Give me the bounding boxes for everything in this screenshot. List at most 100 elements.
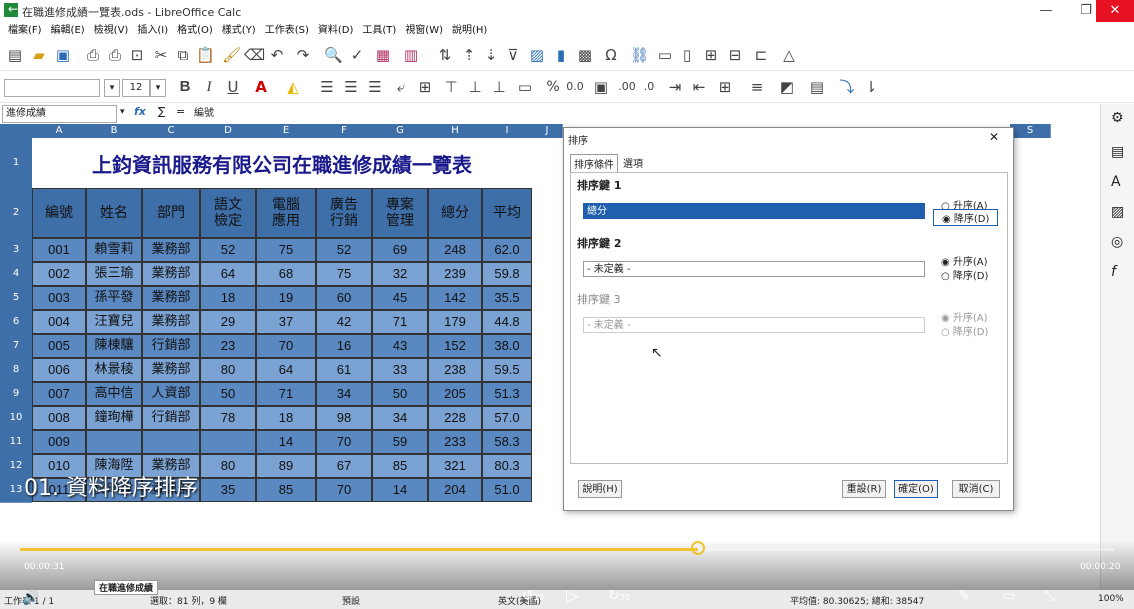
number-icon[interactable]: 0.0 [566,78,584,96]
row-header[interactable]: 11 [0,430,32,455]
table-cell[interactable]: 85 [256,478,316,502]
table-cell[interactable]: 89 [256,454,316,478]
table-cell[interactable]: 70 [256,334,316,358]
table-header-cell[interactable]: 姓名 [86,188,142,238]
table-cell[interactable]: 44.8 [482,310,532,334]
table-cell[interactable]: 29 [200,310,256,334]
column-header[interactable]: B [86,124,143,138]
table-cell[interactable]: 行銷部 [142,406,200,430]
table-header-cell[interactable]: 部門 [142,188,200,238]
row-header[interactable]: 9 [0,382,32,407]
sort-key-2-select[interactable]: - 未定義 - [583,261,925,277]
hyperlink-icon[interactable]: ⛓ [630,46,649,64]
borders-icon[interactable]: ⊞ [716,78,734,96]
table-cell[interactable]: 005 [32,334,86,358]
table-cell[interactable]: 32 [372,262,428,286]
add-decimal-icon[interactable]: .00 [618,78,636,96]
table-cell[interactable] [86,430,142,454]
table-cell[interactable]: 35 [200,478,256,502]
bold-icon[interactable]: B [176,78,194,96]
table-cell[interactable]: 58.3 [482,430,532,454]
table-header-cell[interactable]: 廣告 行銷 [316,188,372,238]
export-pdf-icon[interactable]: ⎙ [84,46,102,64]
open-icon[interactable]: ▰ [30,46,48,64]
table-cell[interactable]: 52 [200,238,256,262]
header-footer-icon[interactable]: ▯ [678,46,696,64]
volume-icon[interactable]: 🔊 [22,590,39,606]
table-cell[interactable]: 71 [256,382,316,406]
sort-text-icon[interactable]: ⇂ [862,78,880,96]
dialog-close-icon[interactable]: ✕ [989,130,999,144]
row-header[interactable]: 1 [0,138,32,189]
column-header[interactable]: A [32,124,87,138]
underline-icon[interactable]: U [224,78,242,96]
table-cell[interactable]: 汪寶兒 [86,310,142,334]
table-cell[interactable]: 37 [256,310,316,334]
outdent-icon[interactable]: ⇤ [690,78,708,96]
date-icon[interactable]: ▣ [592,78,610,96]
undo-icon[interactable]: ↶ [268,46,286,64]
row-header[interactable]: 2 [0,188,32,239]
key2-desc-radio[interactable]: ○ 降序(D) [941,267,988,282]
table-cell[interactable]: 23 [200,334,256,358]
table-cell[interactable]: 007 [32,382,86,406]
define-print-icon[interactable]: ⊞ [702,46,720,64]
find-icon[interactable]: 🔍 [324,46,343,64]
equals-icon[interactable]: = [176,105,185,118]
align-top-icon[interactable]: ⊤ [442,78,460,96]
align-center-icon[interactable]: ☰ [342,78,360,96]
table-cell[interactable]: 18 [200,286,256,310]
table-cell[interactable]: 75 [256,238,316,262]
table-cell[interactable]: 業務部 [142,310,200,334]
table-cell[interactable]: 高中信 [86,382,142,406]
freeze-icon[interactable]: ⊟ [726,46,744,64]
table-cell[interactable]: 67 [316,454,372,478]
table-cell[interactable]: 248 [428,238,482,262]
italic-icon[interactable]: I [200,78,218,96]
column-icon[interactable]: ▥ [402,46,420,64]
paste-icon[interactable]: 📋 [196,46,215,64]
styles-icon[interactable]: A [1111,174,1121,190]
column-header[interactable]: H [428,124,483,138]
table-header-cell[interactable]: 語文 檢定 [200,188,256,238]
row-header[interactable]: 6 [0,310,32,335]
table-cell[interactable]: 14 [256,430,316,454]
row-header[interactable]: 4 [0,262,32,287]
table-cell[interactable]: 228 [428,406,482,430]
conditional-icon[interactable]: ▤ [808,78,826,96]
menu-item[interactable]: 檔案(F) [8,22,42,40]
draw-icon[interactable]: △ [780,46,798,64]
chart-icon[interactable]: ▮ [552,46,570,64]
table-header-cell[interactable]: 專案 管理 [372,188,428,238]
minimize-icon[interactable]: — [1026,0,1066,22]
table-cell[interactable]: 85 [372,454,428,478]
table-cell[interactable]: 51.0 [482,478,532,502]
close-icon[interactable]: ✕ [1096,0,1134,22]
zoom-level[interactable]: 100% [1098,594,1124,604]
column-header[interactable]: S [1010,124,1051,138]
table-cell[interactable]: 51.3 [482,382,532,406]
table-cell[interactable]: 60 [316,286,372,310]
sort-icon[interactable]: ⇅ [436,46,454,64]
table-cell[interactable]: 321 [428,454,482,478]
menu-item[interactable]: 資料(D) [318,22,354,40]
font-color-icon[interactable]: A [252,78,270,96]
del-decimal-icon[interactable]: .0 [640,78,658,96]
font-name-box[interactable] [4,79,100,97]
menu-item[interactable]: 工具(T) [362,22,396,40]
column-header[interactable]: F [316,124,373,138]
table-cell[interactable]: 賴雪莉 [86,238,142,262]
table-cell[interactable]: 50 [372,382,428,406]
table-cell[interactable]: 80 [200,358,256,382]
table-cell[interactable]: 238 [428,358,482,382]
special-char-icon[interactable]: Ω [602,46,620,64]
image-icon[interactable]: ▨ [528,46,546,64]
menu-item[interactable]: 樣式(Y) [222,22,256,40]
table-cell[interactable]: 80.3 [482,454,532,478]
forward-icon[interactable]: ↻30 [608,588,630,604]
table-cell[interactable]: 006 [32,358,86,382]
table-cell[interactable]: 業務部 [142,262,200,286]
table-cell[interactable]: 204 [428,478,482,502]
table-cell[interactable]: 50 [200,382,256,406]
table-cell[interactable]: 78 [200,406,256,430]
